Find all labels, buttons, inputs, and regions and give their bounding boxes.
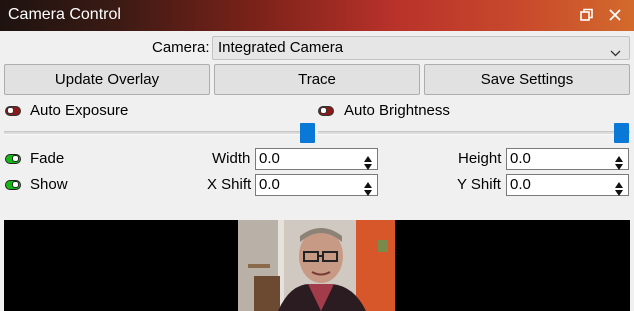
auto-exposure-label: Auto Exposure xyxy=(30,102,129,119)
save-settings-button[interactable]: Save Settings xyxy=(424,64,630,95)
x-shift-label: X Shift xyxy=(207,176,252,193)
close-icon[interactable] xyxy=(605,5,625,25)
width-value: 0.0 xyxy=(259,150,280,167)
increment-icon[interactable] xyxy=(612,150,626,162)
window-title: Camera Control xyxy=(8,6,121,23)
decrement-icon[interactable] xyxy=(361,159,375,170)
auto-brightness-label: Auto Brightness xyxy=(344,102,450,119)
chevron-down-icon xyxy=(610,44,621,61)
y-shift-label: Y Shift xyxy=(457,176,501,193)
increment-icon[interactable] xyxy=(361,150,375,162)
auto-brightness-toggle[interactable] xyxy=(318,106,334,116)
increment-icon[interactable] xyxy=(612,176,626,188)
show-label: Show xyxy=(30,176,68,193)
exposure-slider-track[interactable] xyxy=(4,131,314,135)
decrement-icon[interactable] xyxy=(612,159,626,170)
x-shift-spinbox[interactable]: 0.0 xyxy=(255,174,378,196)
increment-icon[interactable] xyxy=(361,176,375,188)
brightness-slider-track[interactable] xyxy=(318,131,630,135)
camera-feed-image xyxy=(238,220,395,311)
height-label: Height xyxy=(458,150,502,167)
decrement-icon[interactable] xyxy=(361,185,375,196)
brightness-slider-handle[interactable] xyxy=(614,123,629,143)
width-spinbox[interactable]: 0.0 xyxy=(255,148,378,170)
decrement-icon[interactable] xyxy=(612,185,626,196)
camera-label: Camera: xyxy=(152,39,210,56)
height-spinbox[interactable]: 0.0 xyxy=(506,148,629,170)
y-shift-spinbox[interactable]: 0.0 xyxy=(506,174,629,196)
camera-select-value: Integrated Camera xyxy=(218,39,344,56)
update-overlay-button[interactable]: Update Overlay xyxy=(4,64,210,95)
restore-icon[interactable] xyxy=(577,5,597,25)
camera-select[interactable]: Integrated Camera xyxy=(212,36,630,60)
fade-toggle[interactable] xyxy=(5,154,21,164)
width-label: Width xyxy=(212,150,251,167)
trace-button[interactable]: Trace xyxy=(214,64,420,95)
y-shift-value: 0.0 xyxy=(510,176,531,193)
show-toggle[interactable] xyxy=(5,180,21,190)
x-shift-value: 0.0 xyxy=(259,176,280,193)
height-value: 0.0 xyxy=(510,150,531,167)
exposure-slider-handle[interactable] xyxy=(300,123,315,143)
auto-exposure-toggle[interactable] xyxy=(5,106,21,116)
fade-label: Fade xyxy=(30,150,65,167)
camera-preview xyxy=(4,220,630,311)
title-bar: Camera Control xyxy=(0,0,634,31)
